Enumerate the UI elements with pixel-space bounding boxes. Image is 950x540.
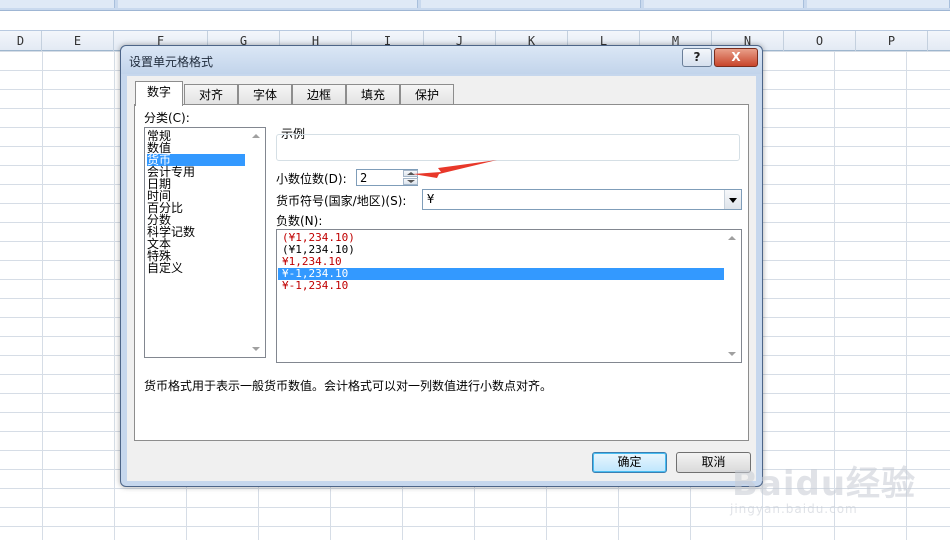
spin-buttons[interactable] (403, 170, 418, 185)
sample-box (276, 134, 740, 161)
dialog-client-area: 数字 对齐 字体 边框 填充 保护 分类(C): 常规 数值 货币 会计专用 日… (127, 76, 756, 481)
tab-border[interactable]: 边框 (292, 84, 346, 105)
category-label: 分类(C): (144, 111, 190, 125)
scroll-down-icon[interactable] (252, 347, 260, 351)
spin-up-button[interactable] (403, 170, 418, 177)
tab-fill[interactable]: 填充 (346, 84, 400, 105)
ok-button[interactable]: 确定 (592, 452, 667, 473)
decimal-places-value[interactable]: 2 (360, 171, 367, 185)
chevron-up-icon (407, 172, 415, 175)
format-cells-dialog: 设置单元格格式 ? X 数字 对齐 字体 边框 填充 保护 分类(C): 常规 … (120, 45, 763, 487)
decimal-places-label: 小数位数(D): (276, 172, 347, 186)
formula-bar[interactable] (0, 11, 950, 31)
tab-alignment[interactable]: 对齐 (184, 84, 238, 105)
help-button[interactable]: ? (682, 48, 712, 67)
negative-scrollbar[interactable] (725, 230, 741, 362)
negative-format-item[interactable]: (¥1,234.10) (278, 244, 724, 256)
close-button[interactable]: X (714, 48, 758, 67)
currency-symbol-label: 货币符号(国家/地区)(S): (276, 194, 407, 208)
scroll-down-icon[interactable] (728, 352, 736, 356)
currency-symbol-value[interactable]: ¥ (427, 192, 434, 206)
tab-font[interactable]: 字体 (238, 84, 292, 105)
category-scrollbar[interactable] (249, 128, 265, 357)
format-description: 货币格式用于表示一般货币数值。会计格式可以对一列数值进行小数点对齐。 (144, 379, 553, 393)
tab-protection[interactable]: 保护 (400, 84, 454, 105)
watermark-brand: Baidu经验 (732, 464, 917, 504)
tab-number[interactable]: 数字 (135, 81, 183, 106)
scroll-up-icon[interactable] (728, 236, 736, 240)
dropdown-button[interactable] (724, 190, 741, 209)
scroll-up-icon[interactable] (252, 134, 260, 138)
category-listbox[interactable]: 常规 数值 货币 会计专用 日期 时间 百分比 分数 科学记数 文本 特殊 自定… (144, 127, 266, 358)
negative-numbers-label: 负数(N): (276, 214, 323, 228)
spin-down-button[interactable] (403, 178, 418, 185)
baidu-watermark: Baidu经验 jingyan.baidu.com (730, 452, 940, 522)
column-header[interactable]: O (784, 31, 856, 51)
currency-symbol-select[interactable]: ¥ (422, 189, 742, 210)
column-header[interactable]: E (42, 31, 114, 51)
column-header[interactable]: P (856, 31, 928, 51)
number-tab-panel: 分类(C): 常规 数值 货币 会计专用 日期 时间 百分比 分数 科学记数 文… (134, 104, 749, 441)
negative-format-item[interactable]: ¥-1,234.10 (278, 280, 724, 292)
negative-numbers-listbox[interactable]: (¥1,234.10) (¥1,234.10) ¥1,234.10 ¥-1,23… (276, 229, 742, 363)
category-item[interactable]: 自定义 (147, 262, 245, 274)
decimal-places-stepper[interactable]: 2 (356, 169, 418, 186)
ribbon-edge (0, 0, 950, 11)
dialog-title: 设置单元格格式 (129, 55, 214, 69)
watermark-url: jingyan.baidu.com (730, 502, 858, 516)
dialog-titlebar[interactable]: 设置单元格格式 ? X (121, 46, 762, 74)
column-header[interactable]: D (0, 31, 42, 51)
chevron-down-icon (729, 198, 737, 203)
chevron-down-icon (407, 180, 415, 183)
